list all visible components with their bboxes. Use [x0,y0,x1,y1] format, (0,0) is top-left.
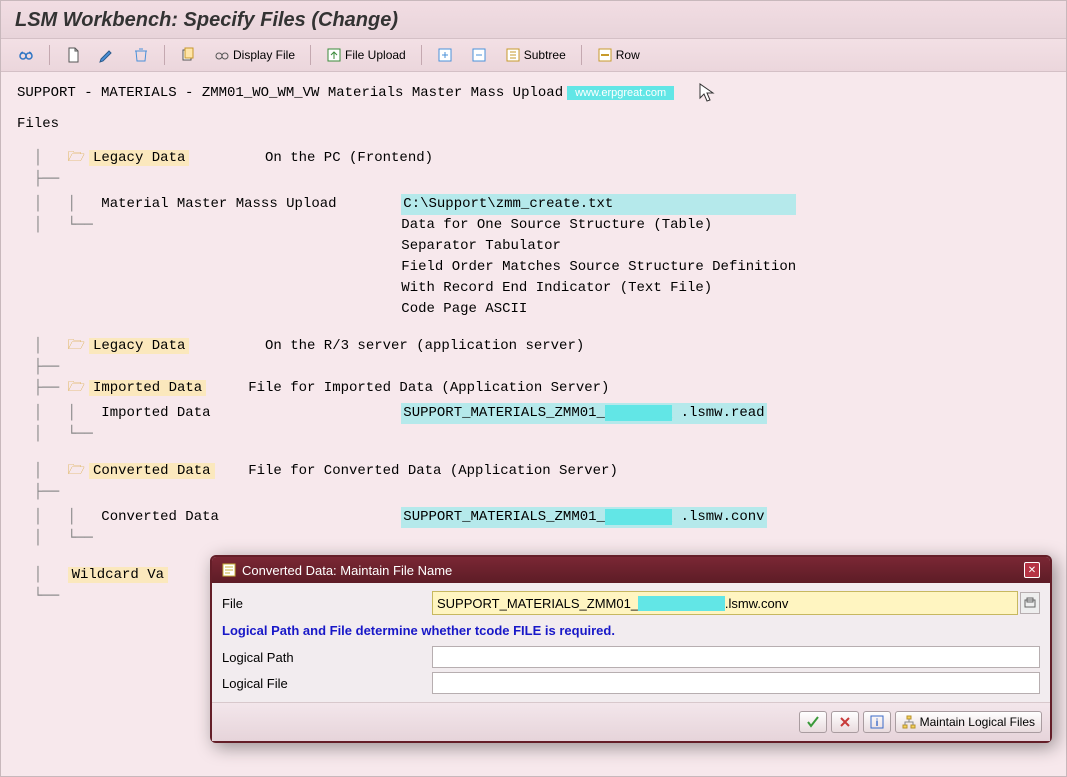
svg-text:i: i [875,718,878,729]
tree-node-imported[interactable]: ├── 🗁Imported Data File for Imported Dat… [17,378,1050,399]
ok-button[interactable] [799,711,827,733]
file-detail: Separator Tabulator [401,236,796,257]
tree-node-converted-file[interactable]: │ │ │ └── Converted Data SUPPORT_MATERIA… [17,507,1050,549]
file-path: C:\Support\zmm_create.txt [401,194,796,215]
tree-node-imported-file[interactable]: │ │ │ └── Imported Data SUPPORT_MATERIAL… [17,403,1050,445]
folder-open-icon: 🗁 [68,150,85,166]
copy-button[interactable] [173,43,203,67]
display-file-label: Display File [233,48,295,62]
folder-open-icon: 🗁 [68,463,85,479]
node-label: Legacy Data [89,150,189,166]
display-file-button[interactable]: Display File [207,43,302,67]
x-icon [838,715,852,729]
edit-button[interactable] [92,43,122,67]
row-icon [597,47,613,63]
file-upload-button[interactable]: File Upload [319,43,413,67]
dialog-body: File SUPPORT_MATERIALS_ZMM01____________… [212,583,1050,694]
file-detail: Code Page ASCII [401,299,796,320]
maintain-label: Maintain Logical Files [920,715,1035,729]
folder-open-icon: 🗁 [68,338,85,354]
cursor-icon [698,82,716,104]
node-label: Wildcard Va [68,567,168,583]
child-label: Converted Data [101,509,219,525]
cancel-button[interactable] [831,711,859,733]
trash-icon [133,47,149,63]
info-button[interactable]: i [863,711,891,733]
glasses-icon [18,47,34,63]
dialog-title: Converted Data: Maintain File Name [242,563,452,578]
file-detail: Field Order Matches Source Structure Def… [401,257,796,278]
separator [164,45,165,65]
node-label: Converted Data [89,463,215,479]
upload-icon [326,47,342,63]
separator [49,45,50,65]
dialog-hint: Logical Path and File determine whether … [222,619,1040,646]
logical-file-input[interactable] [432,672,1040,694]
node-desc: File for Converted Data (Application Ser… [248,463,618,479]
dialog-icon [222,563,236,577]
separator [581,45,582,65]
tree-node-legacy-pc[interactable]: │ ├── 🗁Legacy Data On the PC (Frontend) [17,148,1050,190]
dialog-titlebar[interactable]: Converted Data: Maintain File Name ✕ [212,557,1050,583]
tree-node-legacy-r3[interactable]: │ ├── 🗁Legacy Data On the R/3 server (ap… [17,336,1050,378]
logical-path-label: Logical Path [222,650,432,665]
info-icon: i [870,715,884,729]
toolbar: Display File File Upload Subtree Row [1,39,1066,72]
expand-icon [437,47,453,63]
watermark: www.erpgreat.com [567,86,674,100]
delete-button[interactable] [126,43,156,67]
page-title: LSM Workbench: Specify Files (Change) [15,9,1052,32]
tree-root-label: Files [17,116,1050,132]
subtree-label: Subtree [524,48,566,62]
tree-icon [902,715,916,729]
node-desc: On the R/3 server (application server) [265,338,584,354]
close-button[interactable]: ✕ [1024,562,1040,578]
new-button[interactable] [58,43,88,67]
subtree-button[interactable]: Subtree [498,43,573,67]
subtree-icon [505,47,521,63]
expand-button[interactable] [430,43,460,67]
dialog-footer: i Maintain Logical Files [212,702,1050,741]
child-label: Material Master Masss Upload [101,196,336,212]
tree-node-material-upload[interactable]: │ │ │ └── Material Master Masss Upload C… [17,194,1050,320]
file-path: SUPPORT_MATERIALS_ZMM01_________ .lsmw.c… [401,507,766,528]
child-label: Imported Data [101,405,210,421]
file-field[interactable]: SUPPORT_MATERIALS_ZMM01_____________.lsm… [432,591,1018,615]
breadcrumb: SUPPORT - MATERIALS - ZMM01_WO_WM_VW Mat… [17,85,563,101]
file-detail: With Record End Indicator (Text File) [401,278,796,299]
breadcrumb-area: SUPPORT - MATERIALS - ZMM01_WO_WM_VW Mat… [1,72,1066,110]
file-path: SUPPORT_MATERIALS_ZMM01_________ .lsmw.r… [401,403,766,424]
collapse-button[interactable] [464,43,494,67]
execute-button[interactable] [11,43,41,67]
copy-icon [180,47,196,63]
file-upload-label: File Upload [345,48,406,62]
separator [421,45,422,65]
tree-content: Files │ ├── 🗁Legacy Data On the PC (Fron… [1,110,1066,607]
logical-file-label: Logical File [222,676,432,691]
row-label: Row [616,48,640,62]
separator [310,45,311,65]
browse-button[interactable] [1020,592,1040,614]
node-label: Legacy Data [89,338,189,354]
tree-node-converted[interactable]: │ ├── 🗁Converted Data File for Converted… [17,461,1050,503]
file-field-label: File [222,596,432,611]
check-icon [806,715,820,729]
row-button[interactable]: Row [590,43,647,67]
collapse-icon [471,47,487,63]
file-detail: Data for One Source Structure (Table) [401,215,796,236]
glasses-small-icon [214,47,230,63]
folder-open-icon: 🗁 [68,380,85,396]
pencil-icon [99,47,115,63]
maintain-logical-files-button[interactable]: Maintain Logical Files [895,711,1042,733]
node-desc: On the PC (Frontend) [265,150,433,166]
page-header: LSM Workbench: Specify Files (Change) [1,1,1066,39]
logical-path-input[interactable] [432,646,1040,668]
node-label: Imported Data [89,380,206,396]
document-icon [65,47,81,63]
dialog-converted-data: Converted Data: Maintain File Name ✕ Fil… [210,555,1052,743]
node-desc: File for Imported Data (Application Serv… [248,380,609,396]
